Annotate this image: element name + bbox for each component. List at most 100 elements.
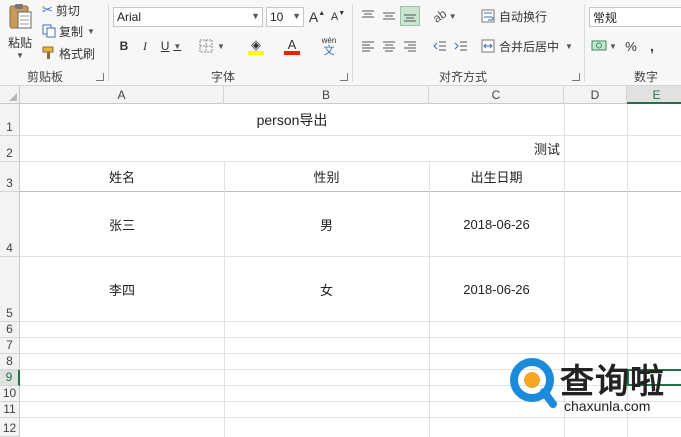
header-birthdate-cell[interactable]: 出生日期 xyxy=(429,162,564,191)
row-header-5[interactable]: 5 xyxy=(0,257,20,322)
group-separator xyxy=(584,4,585,82)
row-header-3[interactable]: 3 xyxy=(0,162,20,192)
watermark-url: chaxunla.com xyxy=(564,398,651,414)
subtitle-cell[interactable]: 测试 xyxy=(20,136,562,161)
format-painter-label: 格式刷 xyxy=(59,46,96,61)
font-name-select[interactable]: Arial ▼ xyxy=(113,7,263,27)
column-header-a[interactable]: A xyxy=(20,86,224,104)
borders-icon xyxy=(199,39,213,53)
data-cell-name[interactable]: 李四 xyxy=(20,257,224,321)
row-header-2[interactable]: 2 xyxy=(0,136,20,162)
underline-icon: U xyxy=(160,39,170,53)
paste-icon xyxy=(9,4,32,29)
wrap-text-label: 自动换行 xyxy=(499,9,548,24)
caret-down-icon: ▼ xyxy=(338,9,346,17)
italic-button[interactable]: I xyxy=(136,36,154,56)
data-cell-gender[interactable]: 男 xyxy=(224,192,429,256)
underline-button[interactable]: U ▼ xyxy=(157,36,185,56)
row-header-4[interactable]: 4 xyxy=(0,192,20,257)
gridline xyxy=(20,321,681,322)
phonetic-guide-icon: 文 xyxy=(323,44,335,57)
number-format-select[interactable]: 常规 xyxy=(589,7,681,27)
chevron-down-icon: ▼ xyxy=(173,41,182,51)
percent-button[interactable]: % xyxy=(622,36,640,56)
bottom-align-button[interactable] xyxy=(400,6,420,26)
phonetic-guide-button[interactable]: wén 文 xyxy=(315,34,343,58)
shrink-font-icon: A xyxy=(330,11,339,23)
align-center-icon xyxy=(383,41,395,52)
copy-button[interactable]: 复制 ▼ xyxy=(42,21,104,41)
bold-icon: B xyxy=(119,39,129,53)
decrease-indent-button[interactable] xyxy=(430,36,450,56)
column-header-b[interactable]: B xyxy=(224,86,429,104)
alignment-launcher-icon[interactable] xyxy=(572,73,580,81)
magnifier-logo-icon xyxy=(510,358,557,408)
gridline xyxy=(20,337,681,338)
row-header-1[interactable]: 1 xyxy=(0,104,20,136)
grow-font-button[interactable]: A ▲ xyxy=(308,7,326,27)
align-right-icon xyxy=(404,41,416,52)
row-header-7[interactable]: 7 xyxy=(0,338,20,354)
title-cell[interactable]: person导出 xyxy=(20,104,564,135)
font-size-select[interactable]: 10 ▼ xyxy=(266,7,304,27)
paste-dropdown-icon[interactable]: ▼ xyxy=(16,51,24,60)
copy-dropdown-icon[interactable]: ▼ xyxy=(87,27,95,36)
data-cell-gender[interactable]: 女 xyxy=(224,257,429,321)
wrap-text-icon xyxy=(481,9,495,23)
top-align-button[interactable] xyxy=(358,6,378,26)
copy-label: 复制 xyxy=(59,24,84,39)
row-header-12[interactable]: 12 xyxy=(0,418,20,437)
select-all-button[interactable] xyxy=(0,86,20,104)
increase-indent-button[interactable] xyxy=(451,36,471,56)
header-name-cell[interactable]: 姓名 xyxy=(20,162,224,191)
number-format-value: 常规 xyxy=(593,10,618,25)
percent-icon: % xyxy=(625,38,637,54)
merge-center-button[interactable]: 合并后居中 ▼ xyxy=(481,36,577,56)
group-separator xyxy=(108,4,109,82)
currency-icon xyxy=(591,40,607,51)
format-painter-button[interactable]: 格式刷 xyxy=(42,43,102,63)
orientation-button[interactable]: ab ▼ xyxy=(430,6,460,26)
font-color-bar xyxy=(284,50,300,55)
row-header-11[interactable]: 11 xyxy=(0,402,20,418)
align-right-button[interactable] xyxy=(400,36,420,56)
clipboard-launcher-icon[interactable] xyxy=(96,73,104,81)
row-header-8[interactable]: 8 xyxy=(0,354,20,370)
chevron-down-icon: ▼ xyxy=(609,41,617,51)
shrink-font-button[interactable]: A ▼ xyxy=(329,7,347,27)
group-separator xyxy=(352,4,353,82)
align-bottom-icon xyxy=(404,14,416,22)
row-header-9[interactable]: 9 xyxy=(0,370,20,386)
font-launcher-icon[interactable] xyxy=(340,73,348,81)
column-header-d[interactable]: D xyxy=(564,86,627,104)
bold-button[interactable]: B xyxy=(115,36,133,56)
wrap-text-button[interactable]: 自动换行 xyxy=(481,6,553,26)
row-header-10[interactable]: 10 xyxy=(0,386,20,402)
font-name-value: Arial xyxy=(117,10,142,24)
chevron-down-icon: ▼ xyxy=(217,41,225,51)
paste-button[interactable]: 粘贴 ▼ xyxy=(4,2,36,64)
accounting-format-button[interactable]: ▼ xyxy=(589,36,619,56)
middle-align-button[interactable] xyxy=(379,6,399,26)
font-group-label: 字体 xyxy=(210,70,235,84)
chevron-down-icon: ▼ xyxy=(292,11,301,21)
align-left-button[interactable] xyxy=(358,36,378,56)
font-size-value: 10 xyxy=(270,10,284,24)
header-gender-cell[interactable]: 性别 xyxy=(224,162,429,191)
borders-button[interactable]: ▼ xyxy=(196,36,228,56)
column-header-e[interactable]: E xyxy=(627,86,681,104)
cut-button[interactable]: ✂ 剪切 xyxy=(42,0,90,20)
paste-label: 粘贴 xyxy=(7,36,32,50)
align-left-icon xyxy=(362,41,374,52)
comma-style-button[interactable]: , xyxy=(644,36,660,56)
column-header-c[interactable]: C xyxy=(429,86,564,104)
align-top-icon xyxy=(362,10,374,18)
align-center-button[interactable] xyxy=(379,36,399,56)
data-cell-birthdate[interactable]: 2018-06-26 xyxy=(429,257,564,321)
row-header-6[interactable]: 6 xyxy=(0,322,20,338)
data-cell-birthdate[interactable]: 2018-06-26 xyxy=(429,192,564,256)
fill-color-button[interactable]: ◈ xyxy=(240,36,272,56)
data-cell-name[interactable]: 张三 xyxy=(20,192,224,256)
ribbon: 粘贴 ▼ ✂ 剪切 复制 ▼ 格式刷 剪贴板 Arial ▼ 10 ▼ A ▲ A… xyxy=(0,0,681,86)
font-color-button[interactable]: A xyxy=(276,36,308,56)
